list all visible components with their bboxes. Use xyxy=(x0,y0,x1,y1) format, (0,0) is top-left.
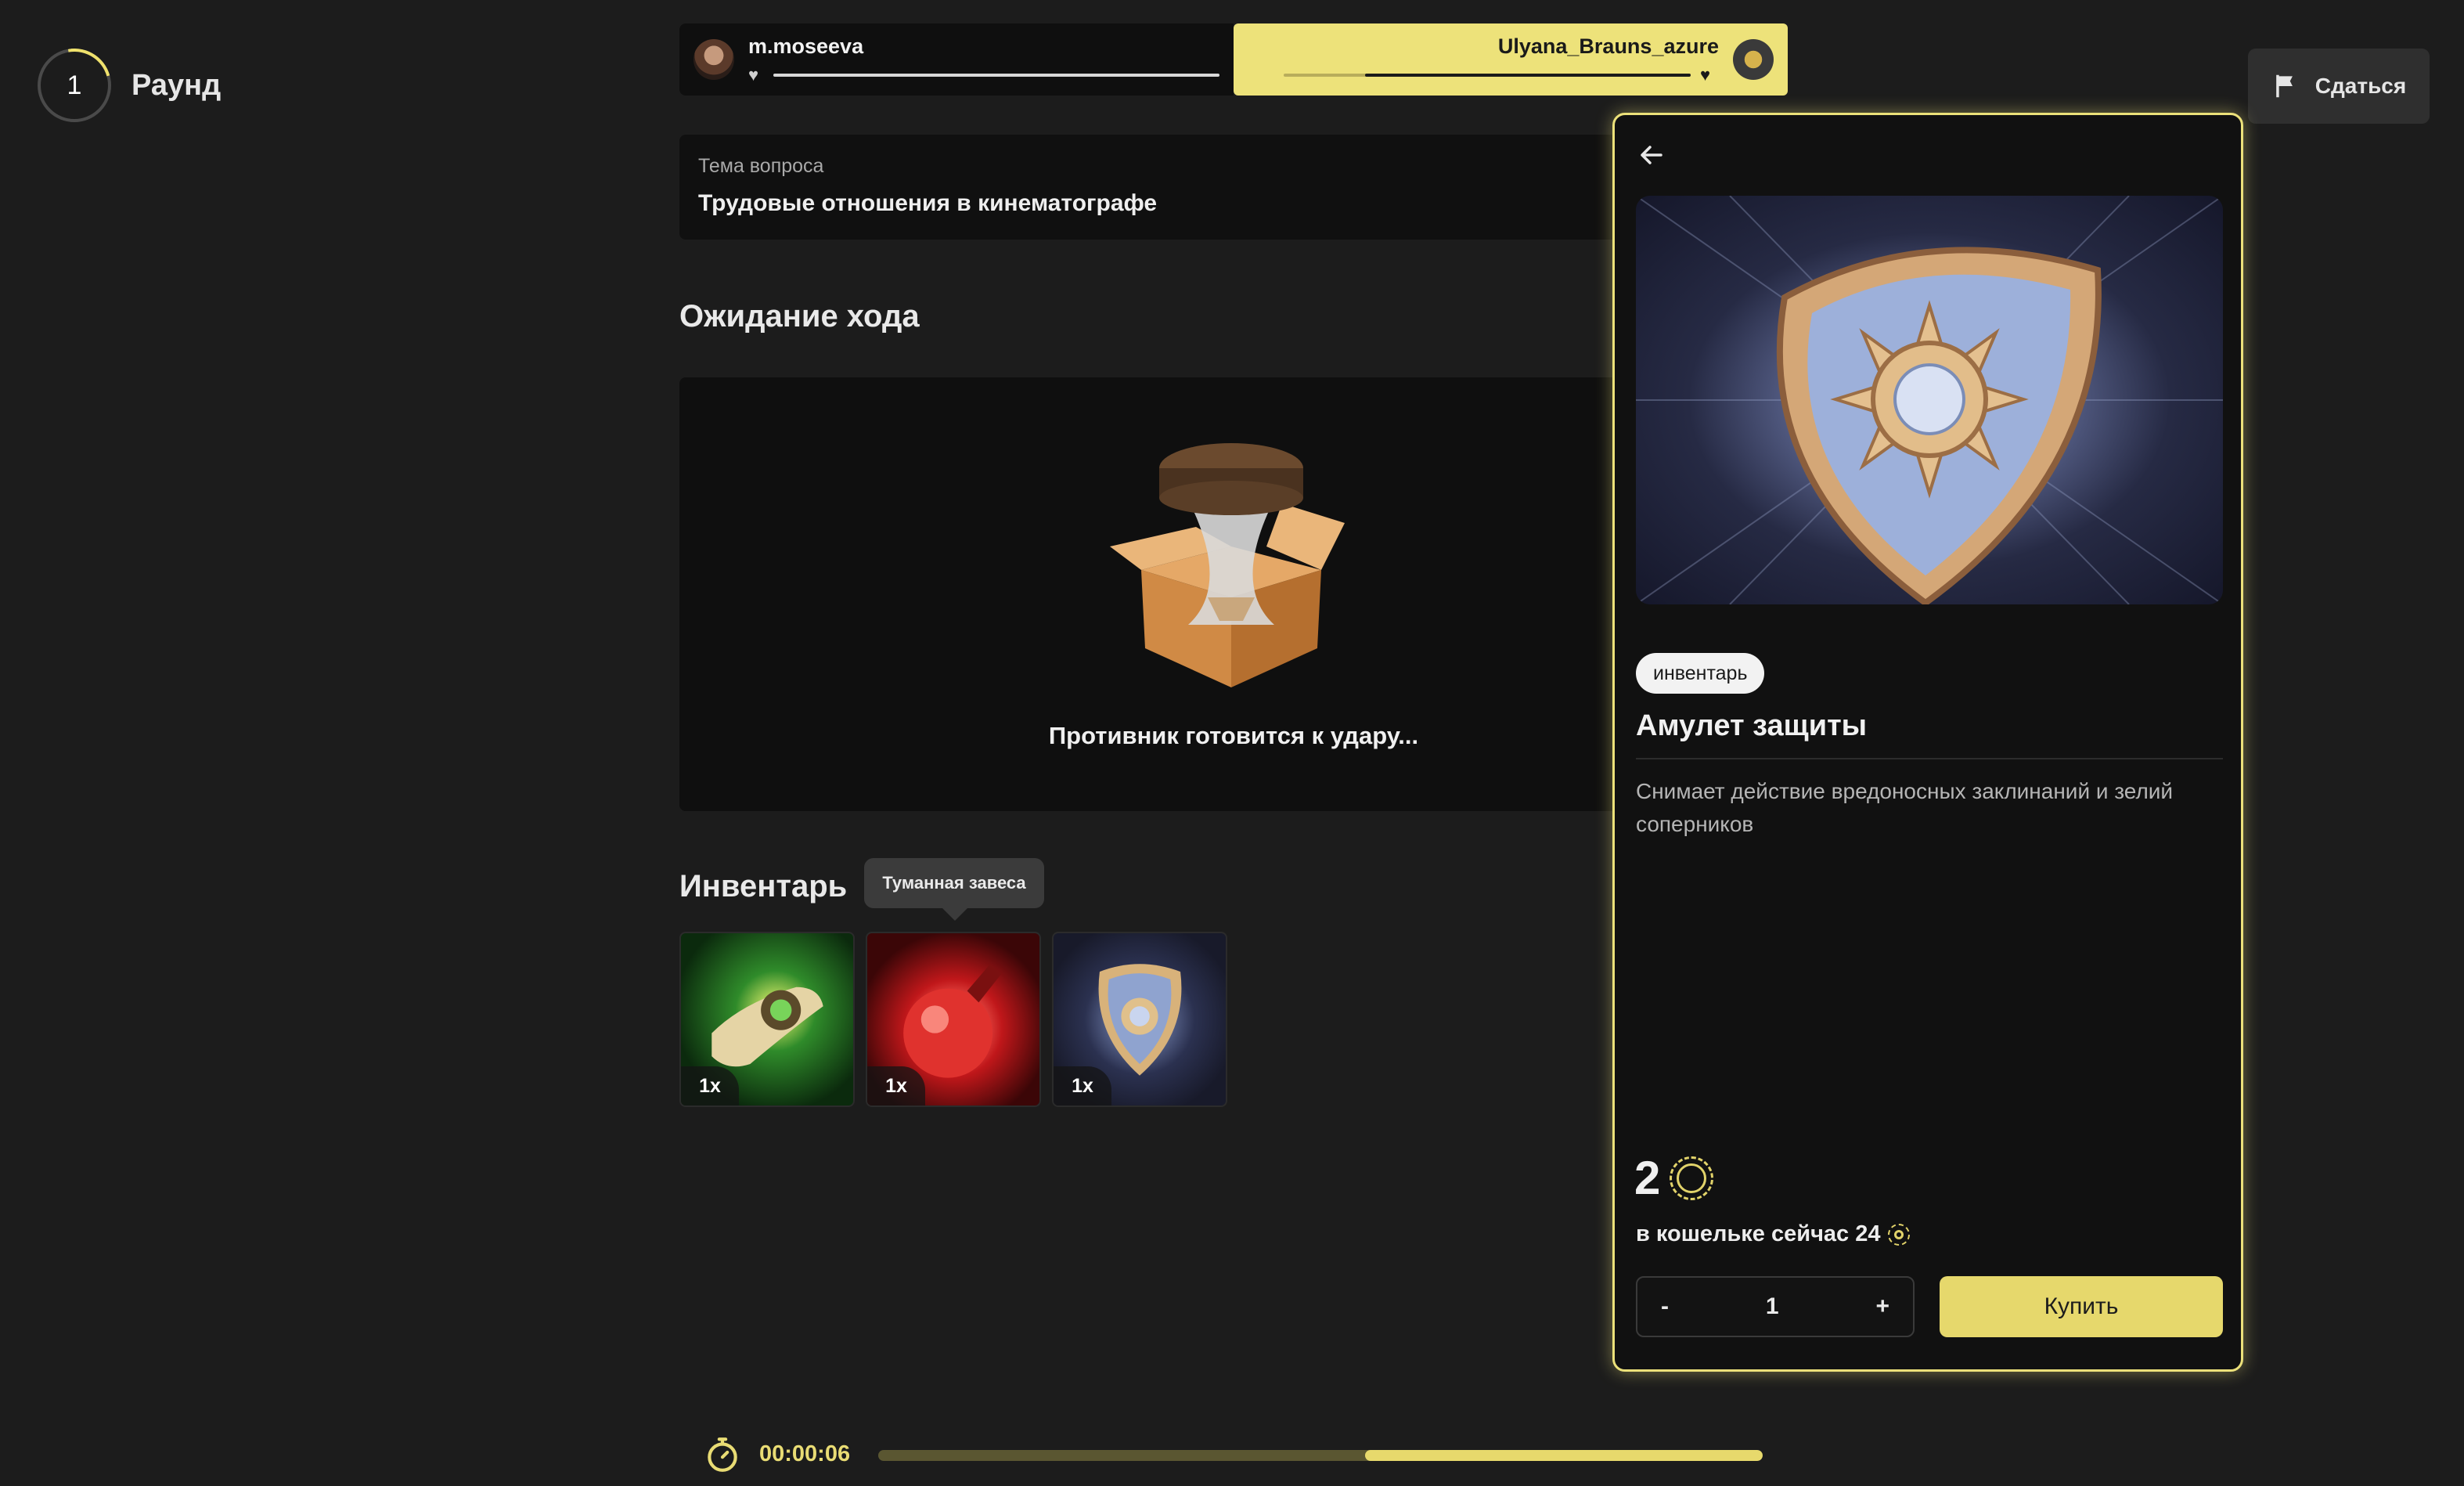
heart-icon: ♥ xyxy=(1700,64,1711,85)
item-count: 1x xyxy=(681,1066,739,1105)
item-image xyxy=(1636,196,2223,604)
item-name: Амулет защиты xyxy=(1636,709,1868,742)
round-number: 1 xyxy=(38,49,111,122)
surrender-label: Сдаться xyxy=(2315,74,2407,98)
player-name: Ulyana_Brauns_azure xyxy=(1497,34,1719,58)
player-card-self: m.moseeva ♥ xyxy=(679,23,1234,96)
item-price: 2 xyxy=(1634,1151,1714,1205)
player-card-opponent: Ulyana_Brauns_azure ♥ xyxy=(1234,23,1788,96)
stopwatch-icon xyxy=(708,1437,737,1472)
hourglass-box-icon xyxy=(1110,443,1345,687)
quantity-value[interactable]: 1 xyxy=(1766,1293,1779,1320)
timer-progress-bar xyxy=(878,1450,1763,1461)
round-indicator: 1 Раунд xyxy=(38,49,221,122)
inventory-item-scroll[interactable]: 1x xyxy=(679,932,855,1107)
increment-button[interactable]: + xyxy=(1875,1293,1889,1320)
item-description: Снимает действие вредоносных заклинаний … xyxy=(1636,779,2174,836)
round-label: Раунд xyxy=(131,68,222,102)
inventory-item-amulet[interactable]: 1x xyxy=(1052,932,1227,1107)
shield-amulet-icon xyxy=(1636,196,2223,604)
heart-icon: ♥ xyxy=(748,64,759,85)
question-topic: Тема вопроса Трудовые отношения в кинема… xyxy=(679,135,1619,240)
price-value: 2 xyxy=(1634,1152,1661,1204)
flag-icon xyxy=(2275,74,2293,98)
coin-icon xyxy=(1888,1223,1911,1246)
decrement-button[interactable]: - xyxy=(1661,1293,1669,1320)
timer-value: 00:00:06 xyxy=(759,1441,851,1466)
turn-timer: 00:00:06 xyxy=(703,1434,850,1473)
avatar xyxy=(1733,39,1774,80)
topic-label: Тема вопроса xyxy=(698,155,824,177)
divider xyxy=(1636,758,2223,759)
wallet-text: в кошельке сейчас 24 xyxy=(1636,1221,1881,1246)
waiting-title: Ожидание хода xyxy=(679,299,920,334)
inventory-title: Инвентарь xyxy=(679,869,848,904)
health-bar: ♥ xyxy=(748,65,1219,85)
item-count: 1x xyxy=(1054,1066,1111,1105)
quantity-stepper: - 1 + xyxy=(1636,1276,1915,1337)
surrender-button[interactable]: Сдаться xyxy=(2248,49,2430,124)
wallet-balance: в кошельке сейчас 24 xyxy=(1636,1221,1911,1247)
topic-value: Трудовые отношения в кинематографе xyxy=(698,190,1158,216)
item-count: 1x xyxy=(867,1066,925,1105)
item-category-tag: инвентарь xyxy=(1636,653,1765,694)
avatar xyxy=(693,39,734,80)
health-bar: ♥ xyxy=(1248,65,1719,85)
coin-icon xyxy=(1670,1156,1714,1200)
buy-button[interactable]: Купить xyxy=(1940,1276,2223,1337)
back-arrow-icon[interactable] xyxy=(1631,133,1675,177)
inventory-item-potion[interactable]: 1x xyxy=(866,932,1041,1107)
item-tooltip: Туманная завеса xyxy=(864,858,1044,921)
player-name: m.moseeva xyxy=(748,34,864,58)
